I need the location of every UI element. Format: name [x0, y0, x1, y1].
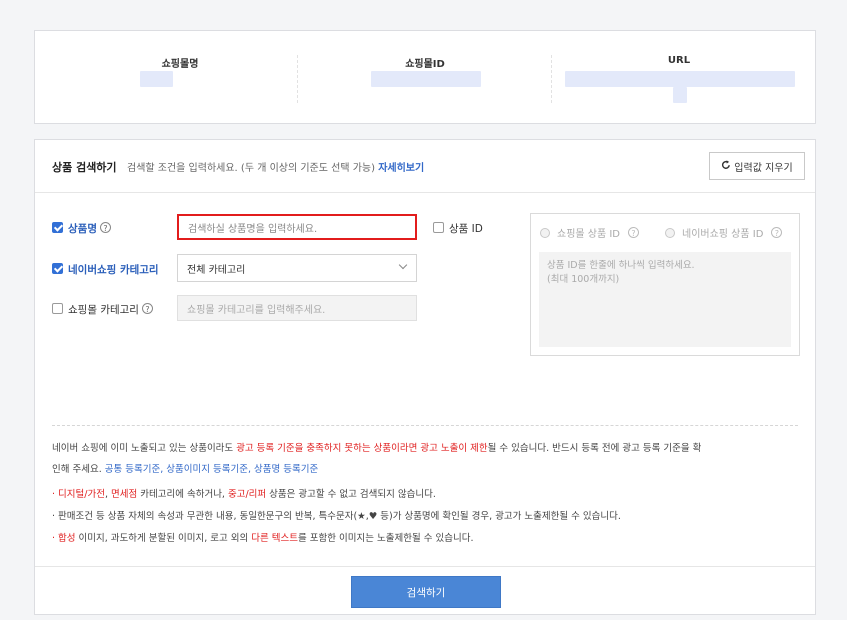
search-title: 상품 검색하기 — [52, 161, 117, 174]
notice-text: 인해 주세요. — [52, 464, 105, 475]
mall-category-checkbox[interactable] — [52, 303, 63, 314]
notice-line-1: 네이버 쇼핑에 이미 노출되고 있는 상품이라도 광고 등록 기준을 충족하지 … — [52, 438, 800, 459]
mall-name-value-redacted — [140, 71, 173, 87]
notice-warning-text: 면세점 — [111, 489, 138, 500]
registration-criteria-links[interactable]: 공통 등록기준, 상품이미지 등록기준, 상품명 등록기준 — [105, 464, 318, 475]
product-name-field-label: 상품명? — [68, 221, 111, 236]
column-divider — [297, 55, 298, 103]
url-column: URL — [639, 55, 719, 66]
notice-warning-text: 다른 텍스트 — [251, 533, 299, 544]
naver-category-label: 네이버쇼핑 카테고리 — [68, 264, 159, 276]
reset-inputs-label: 입력값 지우기 — [734, 162, 793, 174]
notice-warning-text: 중고/리퍼 — [227, 489, 267, 500]
product-name-checkbox[interactable] — [52, 222, 63, 233]
naver-category-select[interactable]: 전체 카테고리 — [177, 254, 417, 282]
notice-warning-text: 광고 등록 기준을 충족하지 못하는 상품이라면 광고 노출이 제한 — [236, 443, 488, 454]
product-name-label-text: 상품명 — [68, 223, 97, 235]
mall-name-column: 쇼핑몰명 — [130, 55, 230, 70]
notice-warning-text: 디지털/가전 — [58, 489, 105, 500]
mall-product-id-radio-label: 쇼핑몰 상품 ID — [557, 229, 621, 240]
notice-bullet-3: · 합성 이미지, 과도하게 분할된 이미지, 로고 외의 다른 텍스트를 포함… — [52, 528, 800, 549]
product-id-panel: 쇼핑몰 상품 ID? 네이버쇼핑 상품 ID? 상품 ID를 한줄에 하나씩 입… — [530, 213, 800, 356]
mall-category-label-text: 쇼핑몰 카테고리 — [68, 304, 139, 316]
help-icon[interactable]: ? — [99, 222, 111, 233]
notice-text: 를 포함한 이미지는 노출제한될 수 있습니다. — [298, 533, 474, 544]
help-icon[interactable]: ? — [628, 227, 640, 238]
product-id-label: 상품 ID — [449, 223, 483, 235]
search-button[interactable]: 검색하기 — [351, 576, 501, 608]
notice-bullet-2: · 판매조건 등 상품 자체의 속성과 무관한 내용, 동일한문구의 반복, 특… — [52, 506, 800, 527]
search-description-text: 검색할 조건을 입력하세요. (두 개 이상의 기준도 선택 가능) — [127, 163, 376, 174]
notice-text: 네이버 쇼핑에 이미 노출되고 있는 상품이라도 — [52, 443, 237, 454]
product-id-checkbox[interactable] — [433, 222, 444, 233]
naver-category-value: 전체 카테고리 — [187, 264, 246, 276]
notice-paragraph: 네이버 쇼핑에 이미 노출되고 있는 상품이라도 광고 등록 기준을 충족하지 … — [52, 438, 800, 480]
naver-product-id-radio[interactable] — [665, 228, 675, 238]
search-card-header: 상품 검색하기 검색할 조건을 입력하세요. (두 개 이상의 기준도 선택 가… — [35, 140, 815, 193]
product-id-placeholder-line2: (최대 100개까지) — [547, 274, 620, 285]
notice-text: 판매조건 등 상품 자체의 속성과 무관한 내용, 동일한문구의 반복, 특수문… — [58, 511, 621, 522]
refresh-icon — [721, 159, 731, 173]
chevron-down-icon — [398, 260, 408, 270]
notice-bullet-1: · 디지털/가전, 면세점 카테고리에 속하거나, 중고/리퍼 상품은 광고할 … — [52, 484, 800, 505]
notice-line-2: 인해 주세요. 공통 등록기준, 상품이미지 등록기준, 상품명 등록기준 — [52, 459, 800, 480]
mall-info-card: 쇼핑몰명 쇼핑몰ID URL — [34, 30, 816, 124]
help-icon[interactable]: ? — [141, 303, 153, 314]
notice-text: 상품은 광고할 수 없고 검색되지 않습니다. — [266, 489, 436, 500]
footer-divider — [35, 566, 815, 567]
mall-product-id-radio[interactable] — [540, 228, 550, 238]
naver-product-id-radio-option[interactable]: 네이버쇼핑 상품 ID? — [665, 225, 783, 240]
search-description: 검색할 조건을 입력하세요. (두 개 이상의 기준도 선택 가능) 자세히보기 — [127, 159, 424, 174]
notice-text: 될 수 있습니다. 반드시 등록 전에 광고 등록 기준을 확 — [487, 443, 702, 454]
url-label: URL — [667, 55, 691, 66]
mall-category-input[interactable]: 쇼핑몰 카테고리를 입력해주세요. — [177, 295, 417, 321]
naver-category-checkbox[interactable] — [52, 263, 63, 274]
naver-product-id-radio-label: 네이버쇼핑 상품 ID — [682, 229, 764, 240]
notice-text: 카테고리에 속하거나, — [137, 489, 228, 500]
help-icon[interactable]: ? — [771, 227, 783, 238]
url-value-redacted-line2 — [673, 87, 687, 103]
reset-inputs-button[interactable]: 입력값 지우기 — [709, 152, 805, 180]
column-divider — [551, 55, 552, 103]
mall-category-field-label: 쇼핑몰 카테고리? — [68, 302, 153, 317]
notice-divider — [52, 425, 798, 426]
mall-id-value-redacted — [371, 71, 481, 87]
product-id-placeholder-line1: 상품 ID를 한줄에 하나씩 입력하세요. — [547, 260, 695, 271]
url-value-redacted — [565, 71, 795, 87]
details-link[interactable]: 자세히보기 — [378, 163, 424, 174]
mall-product-id-radio-option[interactable]: 쇼핑몰 상품 ID? — [540, 225, 640, 240]
product-id-textarea[interactable]: 상품 ID를 한줄에 하나씩 입력하세요. (최대 100개까지) — [539, 252, 791, 347]
product-search-card: 상품 검색하기 검색할 조건을 입력하세요. (두 개 이상의 기준도 선택 가… — [34, 139, 816, 615]
mall-id-column: 쇼핑몰ID — [375, 55, 475, 70]
notice-text: 이미지, 과도하게 분할된 이미지, 로고 외의 — [75, 533, 252, 544]
mall-name-label: 쇼핑몰명 — [161, 59, 199, 70]
product-name-input[interactable]: 검색하실 상품명을 입력하세요. — [177, 214, 417, 240]
mall-id-label: 쇼핑몰ID — [405, 59, 445, 70]
notice-warning-text: 합성 — [58, 533, 76, 544]
